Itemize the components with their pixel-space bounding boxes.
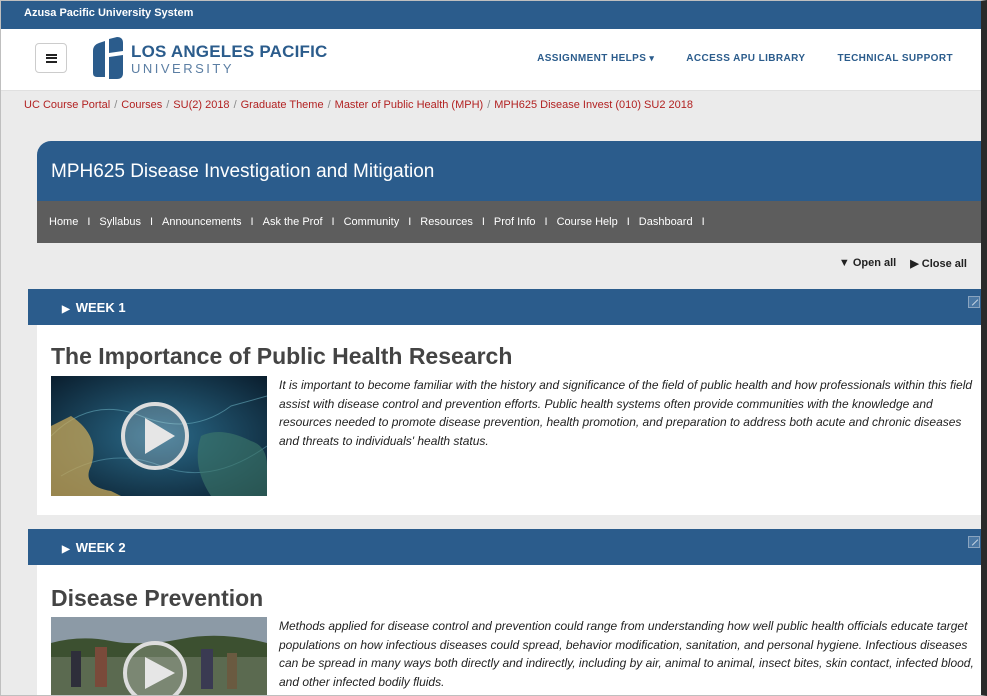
nav-divider: I	[331, 216, 335, 228]
nav-divider: I	[701, 216, 705, 228]
site-header: LOS ANGELES PACIFIC UNIVERSITY ASSIGNMEN…	[1, 29, 981, 91]
triangle-right-icon: ▶	[62, 544, 70, 555]
course-title: MPH625 Disease Investigation and Mitigat…	[51, 161, 435, 182]
nav-divider: I	[250, 216, 254, 228]
triangle-right-icon: ▶	[910, 258, 919, 270]
course-nav-ask-the-prof[interactable]: Ask the Prof	[263, 216, 323, 228]
week-1-description: It is important to become familiar with …	[279, 378, 973, 448]
triangle-down-icon: ▼	[838, 257, 850, 269]
breadcrumb-separator: /	[327, 99, 331, 111]
nav-technical-support-label: TECHNICAL SUPPORT	[837, 53, 953, 64]
nav-assignment-helps-label: ASSIGNMENT HELPS	[537, 53, 647, 64]
course-nav-home[interactable]: Home	[49, 216, 78, 228]
course-nav-announcements[interactable]: Announcements	[162, 216, 242, 228]
system-bar: Azusa Pacific University System	[1, 1, 981, 29]
nav-access-library-label: ACCESS APU LIBRARY	[686, 53, 806, 64]
breadcrumb-separator: /	[114, 99, 118, 111]
breadcrumb-item[interactable]: SU(2) 2018	[173, 99, 229, 111]
breadcrumb: UC Course Portal / Courses / SU(2) 2018/Grad…	[24, 99, 693, 111]
week-2-title: Disease Prevention	[51, 585, 264, 611]
course-nav-community[interactable]: Community	[344, 216, 400, 228]
breadcrumb-separator: /	[233, 99, 237, 111]
course-nav-resources[interactable]: Resources	[420, 216, 473, 228]
week-2-header[interactable]: ▶ WEEK 2	[28, 529, 981, 565]
expand-icon[interactable]	[968, 296, 980, 308]
university-logo[interactable]: LOS ANGELES PACIFIC UNIVERSITY	[131, 42, 327, 76]
course-nav-course-help[interactable]: Course Help	[557, 216, 618, 228]
week-2-panel: Disease Prevention Methods applied for d…	[37, 565, 981, 695]
course-nav-dashboard[interactable]: Dashboard	[639, 216, 693, 228]
breadcrumb-separator: /	[166, 99, 170, 111]
breadcrumb-item[interactable]: Master of Public Health (MPH)	[335, 99, 484, 111]
play-icon	[51, 617, 267, 695]
logo-title: LOS ANGELES PACIFIC	[131, 42, 328, 61]
nav-assignment-helps[interactable]: ASSIGNMENT HELPS ▾	[537, 53, 654, 64]
week-2-toggle[interactable]: ▶ WEEK 2	[62, 540, 126, 555]
close-all-button[interactable]: ▶ Close all	[910, 257, 967, 270]
nav-divider: I	[408, 216, 412, 228]
breadcrumb-item[interactable]: Graduate Theme	[241, 99, 324, 111]
logo-subtitle: UNIVERSITY	[131, 61, 235, 76]
nav-technical-support[interactable]: TECHNICAL SUPPORT	[837, 53, 953, 64]
expand-icon[interactable]	[968, 536, 980, 548]
caret-down-icon: ▾	[649, 53, 655, 63]
page-frame: Azusa Pacific University System LOS ANGE…	[0, 0, 987, 696]
triangle-right-icon: ▶	[62, 304, 70, 315]
nav-access-library[interactable]: ACCESS APU LIBRARY	[686, 53, 805, 64]
menu-button[interactable]	[35, 43, 67, 73]
nav-divider: I	[149, 216, 154, 228]
week-2-description: Methods applied for disease control and …	[279, 619, 974, 689]
week-1-toggle[interactable]: ▶ WEEK 1	[62, 300, 126, 315]
nav-divider: I	[481, 216, 485, 228]
breadcrumb-item[interactable]: Courses	[121, 99, 162, 111]
week-1-panel: The Importance of Public Health Research…	[37, 325, 981, 515]
open-all-label: Open all	[852, 257, 897, 269]
course-navigation: Home I Syllabus I Announcements I Ask the P…	[37, 201, 981, 243]
nav-divider: I	[87, 216, 91, 228]
breadcrumb-item[interactable]: MPH625 Disease Invest (010) SU2 2018	[494, 99, 693, 111]
week-2-video-thumbnail[interactable]	[51, 617, 267, 695]
section-toggle-controls: ▼ Open all ▶ Close all	[839, 257, 967, 270]
top-navigation: ASSIGNMENT HELPS ▾ ACCESS APU LIBRARY TEC…	[537, 53, 981, 64]
week-1-label: WEEK 1	[75, 300, 126, 315]
open-all-button[interactable]: ▼ Open all	[839, 257, 896, 270]
course-nav-prof-info[interactable]: Prof Info	[494, 216, 536, 228]
week-1-header[interactable]: ▶ WEEK 1	[28, 289, 981, 325]
course-header: MPH625 Disease Investigation and Mitigat…	[37, 141, 981, 201]
nav-divider: I	[626, 216, 630, 228]
hamburger-icon	[45, 53, 57, 63]
week-2-label: WEEK 2	[75, 540, 126, 555]
system-name: Azusa Pacific University System	[24, 7, 194, 19]
course-nav-syllabus[interactable]: Syllabus	[99, 216, 141, 228]
play-icon	[51, 376, 267, 496]
nav-divider: I	[544, 216, 548, 228]
week-1-title: The Importance of Public Health Research	[51, 343, 513, 369]
close-all-label: Close all	[921, 258, 967, 270]
breadcrumb-item[interactable]: UC Course Portal	[24, 99, 110, 111]
university-logo-icon	[93, 37, 123, 79]
week-1-video-thumbnail[interactable]	[51, 376, 267, 496]
breadcrumb-separator: /	[487, 99, 491, 111]
